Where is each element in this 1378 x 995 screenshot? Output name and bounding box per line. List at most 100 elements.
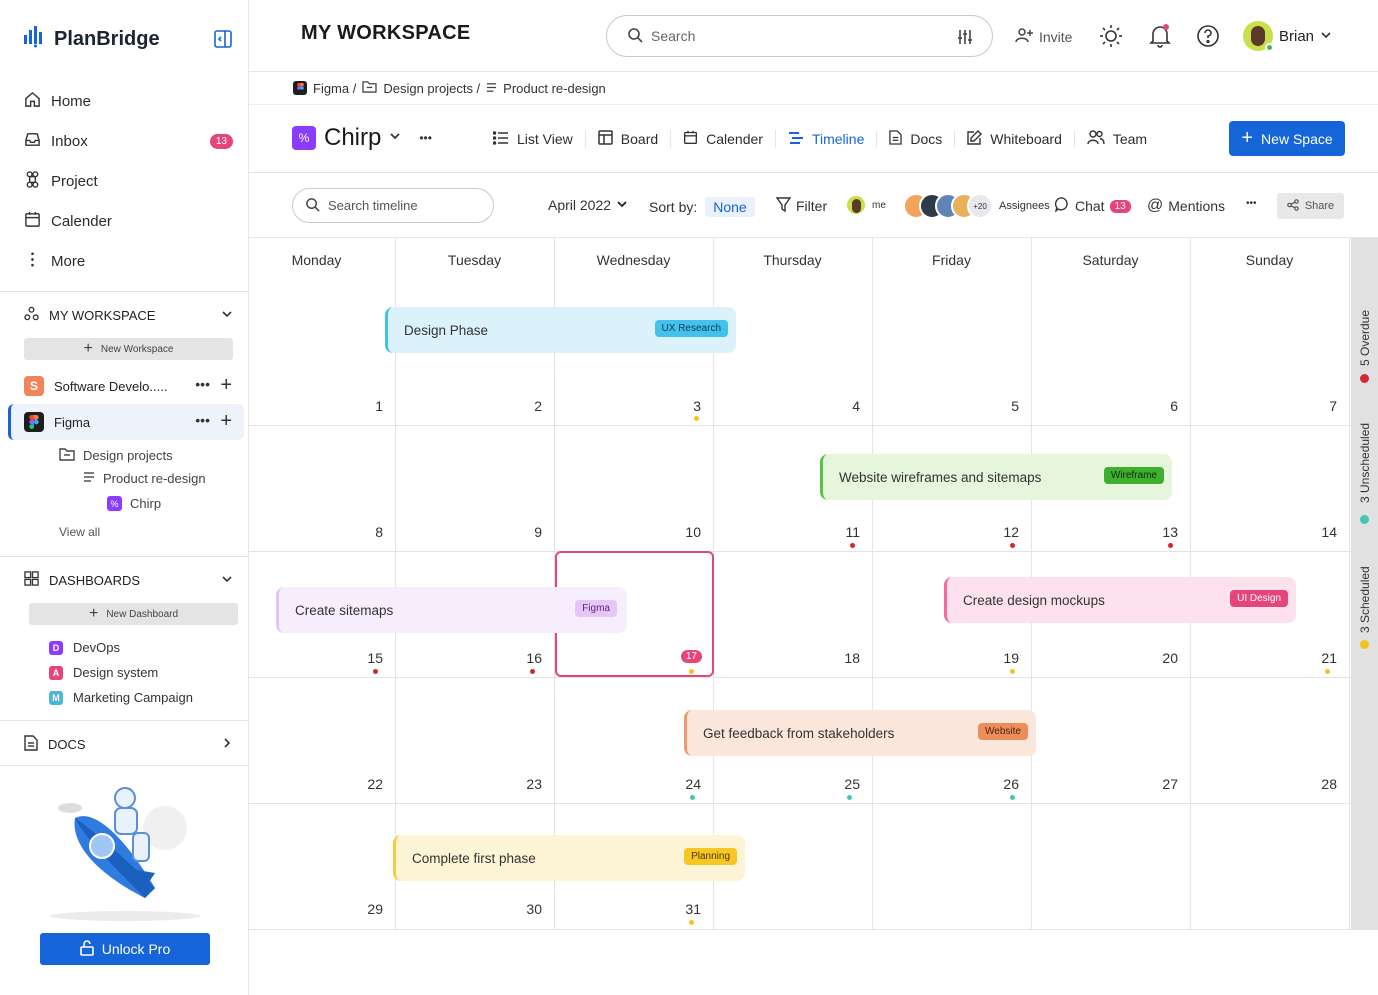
assignees-filter[interactable]: +20 Assignees	[903, 193, 1050, 219]
view-all-link[interactable]: View all	[59, 525, 100, 539]
breadcrumb-design-projects[interactable]: Design projects /	[383, 81, 480, 96]
day-number[interactable]: 8	[343, 524, 383, 540]
day-number[interactable]: 2	[502, 398, 542, 414]
lock-icon	[79, 939, 94, 959]
filter-button[interactable]: Filter	[775, 197, 827, 215]
workspace-section-header[interactable]: MY WORKSPACE	[24, 306, 233, 324]
nav-more[interactable]: More	[24, 251, 85, 272]
global-search-input[interactable]: Search	[606, 15, 993, 57]
day-number[interactable]: 26	[979, 776, 1019, 792]
more-horizontal-icon[interactable]: •••	[195, 412, 210, 428]
me-filter[interactable]: me	[845, 194, 886, 216]
month-picker[interactable]: April 2022	[548, 197, 628, 213]
scheduled-indicator[interactable]: 3 Scheduled	[1351, 553, 1378, 653]
nav-inbox[interactable]: Inbox 13	[24, 131, 233, 152]
day-number[interactable]: 4	[820, 398, 860, 414]
day-number[interactable]: 22	[343, 776, 383, 792]
event-get-feedback[interactable]: Get feedback from stakeholders Website	[684, 710, 1036, 756]
more-horizontal-icon[interactable]: •••	[419, 131, 432, 145]
dashboards-section-header[interactable]: DASHBOARDS	[24, 571, 233, 589]
day-number[interactable]: 31	[661, 901, 701, 917]
new-space-button[interactable]: + New Space	[1229, 121, 1345, 156]
tab-calender[interactable]: Calender	[671, 130, 776, 148]
collapse-sidebar-icon[interactable]	[214, 30, 232, 53]
tab-timeline[interactable]: Timeline	[776, 130, 878, 148]
tab-board[interactable]: Board	[586, 130, 672, 148]
day-number[interactable]: 14	[1297, 524, 1337, 540]
day-number[interactable]: 30	[502, 901, 542, 917]
tree-space-chirp[interactable]: % Chirp	[107, 496, 161, 511]
sort-value[interactable]: None	[705, 197, 755, 217]
day-number[interactable]: 18	[820, 650, 860, 666]
user-menu[interactable]: Brian	[1243, 21, 1332, 52]
app-logo[interactable]: PlanBridge	[24, 26, 160, 53]
theme-sun-icon[interactable]	[1099, 24, 1123, 53]
day-number[interactable]: 20	[1138, 650, 1178, 666]
tab-team[interactable]: Team	[1075, 130, 1159, 148]
tab-whiteboard[interactable]: Whiteboard	[955, 130, 1075, 148]
day-number[interactable]: 11	[820, 524, 860, 540]
more-horizontal-icon[interactable]: •••	[1246, 198, 1257, 209]
invite-button[interactable]: Invite	[1015, 27, 1072, 46]
breadcrumb-figma[interactable]: Figma /	[313, 81, 356, 96]
day-number[interactable]: 29	[343, 901, 383, 917]
tab-list-view[interactable]: List View	[481, 130, 586, 148]
unscheduled-indicator[interactable]: 3 Unscheduled	[1351, 410, 1378, 525]
more-horizontal-icon[interactable]: •••	[195, 376, 210, 392]
dashboard-devops[interactable]: D DevOps	[49, 640, 120, 655]
day-number[interactable]: 28	[1297, 776, 1337, 792]
tab-docs[interactable]: Docs	[877, 130, 956, 148]
event-complete-first-phase[interactable]: Complete first phase Planning	[393, 835, 745, 881]
day-number[interactable]: 3	[661, 398, 701, 414]
nav-calender[interactable]: Calender	[24, 211, 112, 232]
day-number[interactable]: 24	[661, 776, 701, 792]
dashboard-design-system[interactable]: A Design system	[49, 665, 158, 680]
day-number[interactable]: 13	[1138, 524, 1178, 540]
day-number[interactable]: 5	[979, 398, 1019, 414]
workspace-figma[interactable]: Figma ••• +	[8, 404, 244, 440]
breadcrumb-product-redesign[interactable]: Product re-design	[503, 81, 606, 96]
day-number[interactable]: 6	[1138, 398, 1178, 414]
nav-project[interactable]: Project	[24, 171, 98, 192]
add-icon[interactable]: +	[220, 410, 232, 433]
day-number[interactable]: 7	[1297, 398, 1337, 414]
nav-home[interactable]: Home	[24, 91, 91, 112]
chevron-down-icon[interactable]	[389, 129, 401, 147]
day-number[interactable]: 9	[502, 524, 542, 540]
share-button[interactable]: Share	[1277, 193, 1344, 219]
chevron-right-icon[interactable]	[221, 737, 233, 752]
day-number[interactable]: 23	[502, 776, 542, 792]
dashboard-marketing-campaign[interactable]: M Marketing Campaign	[49, 690, 193, 705]
day-number[interactable]: 10	[661, 524, 701, 540]
day-number[interactable]: 12	[979, 524, 1019, 540]
day-number[interactable]: 15	[343, 650, 383, 666]
day-number[interactable]: 25	[820, 776, 860, 792]
add-icon[interactable]: +	[220, 374, 232, 397]
tree-list-product-redesign[interactable]: Product re-design	[83, 471, 206, 486]
chat-button[interactable]: Chat 13	[1054, 197, 1131, 215]
day-number[interactable]: 19	[979, 650, 1019, 666]
unlock-pro-button[interactable]: Unlock Pro	[40, 933, 210, 965]
new-dashboard-button[interactable]: + New Dashboard	[29, 603, 238, 625]
filter-sliders-icon[interactable]	[956, 28, 974, 49]
day-number[interactable]: 27	[1138, 776, 1178, 792]
docs-section-header[interactable]: DOCS	[24, 735, 233, 754]
chevron-down-icon[interactable]	[221, 573, 233, 588]
mentions-button[interactable]: @ Mentions	[1147, 197, 1225, 215]
new-workspace-button[interactable]: + New Workspace	[24, 338, 233, 360]
day-number[interactable]: 1	[343, 398, 383, 414]
day-number[interactable]: 16	[502, 650, 542, 666]
help-icon[interactable]	[1196, 24, 1220, 53]
timeline-search-input[interactable]: Search timeline	[292, 188, 494, 223]
workspace-software-dev[interactable]: S Software Develo..... ••• +	[8, 368, 244, 404]
chevron-down-icon[interactable]	[221, 308, 233, 323]
overdue-indicator[interactable]: 5 Overdue	[1351, 298, 1378, 388]
notification-bell-icon[interactable]	[1148, 23, 1172, 54]
event-create-design-mockups[interactable]: Create design mockups UI Design	[944, 577, 1296, 623]
event-website-wireframes[interactable]: Website wireframes and sitemaps Wirefram…	[820, 454, 1172, 500]
event-design-phase[interactable]: Design Phase UX Research	[385, 307, 736, 353]
sort-control[interactable]: Sort by: None	[649, 197, 755, 217]
day-number[interactable]: 21	[1297, 650, 1337, 666]
tree-folder-design-projects[interactable]: Design projects	[59, 447, 173, 464]
event-create-sitemaps[interactable]: Create sitemaps Figma	[276, 587, 627, 633]
